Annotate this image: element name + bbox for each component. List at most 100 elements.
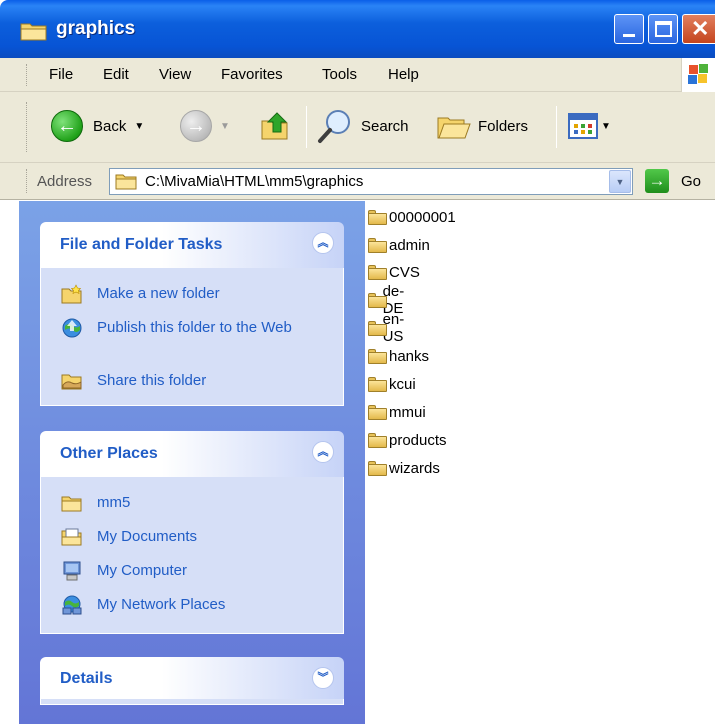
- task-publish-web[interactable]: Publish this folder to the Web: [61, 318, 317, 338]
- place-my-documents[interactable]: My Documents: [61, 527, 317, 547]
- address-path: C:\MivaMia\HTML\mm5\graphics: [145, 173, 364, 190]
- place-my-computer[interactable]: My Computer: [61, 561, 317, 581]
- folder-name: products: [389, 431, 447, 449]
- list-item[interactable]: products: [365, 428, 447, 452]
- folder-name: CVS: [389, 263, 420, 281]
- share-folder-icon: [61, 374, 82, 390]
- back-label: Back: [93, 117, 127, 135]
- up-folder-button[interactable]: [259, 106, 293, 146]
- list-item[interactable]: hanks: [365, 344, 429, 368]
- list-item[interactable]: kcui: [365, 372, 416, 396]
- toolbar-separator: [556, 106, 557, 148]
- folder-icon: [61, 496, 82, 512]
- toolbar-separator: [306, 106, 307, 148]
- place-label: mm5: [97, 494, 131, 511]
- network-places-icon: [62, 595, 82, 615]
- address-dropdown-icon[interactable]: ▼: [609, 170, 631, 193]
- back-button[interactable]: ← Back ▼: [51, 106, 144, 146]
- list-item[interactable]: 00000001: [365, 205, 456, 229]
- list-item[interactable]: en-US: [365, 311, 411, 345]
- go-arrow-icon[interactable]: →: [645, 169, 669, 193]
- folder-icon: [368, 292, 387, 308]
- place-network-places[interactable]: My Network Places: [61, 595, 317, 615]
- task-label: Publish this folder to the Web: [97, 319, 292, 336]
- list-item[interactable]: admin: [365, 233, 430, 257]
- place-label: My Documents: [97, 528, 198, 545]
- my-documents-icon: [61, 528, 82, 546]
- folders-button[interactable]: Folders: [436, 106, 528, 146]
- expand-icon[interactable]: ︾: [312, 667, 334, 689]
- menu-grip[interactable]: [26, 64, 29, 86]
- panel-body: Make a new folder Publish this folder to…: [40, 268, 344, 406]
- new-folder-icon: [61, 284, 82, 304]
- minimize-button[interactable]: [614, 14, 644, 44]
- folder-name: hanks: [389, 347, 430, 365]
- go-button[interactable]: Go: [681, 173, 701, 190]
- close-icon: ✕: [691, 16, 710, 41]
- folder-name: 00000001: [389, 208, 456, 226]
- back-dropdown-icon[interactable]: ▼: [134, 121, 144, 132]
- panel-header[interactable]: File and Folder Tasks ︽: [40, 222, 344, 268]
- file-folder-tasks-panel: File and Folder Tasks ︽ Make a new folde…: [40, 222, 344, 406]
- forward-arrow-icon: →: [180, 110, 212, 142]
- forward-button[interactable]: → ▼: [180, 106, 230, 146]
- menu-edit[interactable]: Edit: [103, 66, 129, 83]
- maximize-button[interactable]: [648, 14, 678, 44]
- views-icon: [568, 113, 598, 139]
- folder-icon: [368, 209, 387, 225]
- address-grip[interactable]: [26, 169, 29, 193]
- place-label: My Network Places: [97, 596, 226, 613]
- task-label: Make a new folder: [97, 285, 220, 302]
- folder-icon: [368, 460, 387, 476]
- menu-favorites[interactable]: Favorites: [221, 66, 283, 83]
- standard-toolbar: ← Back ▼ → ▼ Search Folders ▼: [0, 92, 715, 163]
- folder-name: admin: [389, 236, 430, 254]
- publish-web-icon: [62, 318, 82, 338]
- panel-body: [40, 699, 344, 705]
- task-make-new-folder[interactable]: Make a new folder: [61, 284, 317, 304]
- search-button[interactable]: Search: [317, 106, 409, 146]
- task-pane: File and Folder Tasks ︽ Make a new folde…: [19, 201, 365, 724]
- address-input[interactable]: C:\MivaMia\HTML\mm5\graphics ▼: [109, 168, 633, 195]
- panel-title: Details: [60, 670, 113, 687]
- panel-title: File and Folder Tasks: [60, 236, 223, 253]
- toolbar-grip[interactable]: [26, 102, 29, 152]
- search-icon: [318, 110, 350, 143]
- minimize-icon: [623, 34, 635, 37]
- close-button[interactable]: ✕: [682, 14, 715, 44]
- views-dropdown-icon[interactable]: ▼: [601, 121, 611, 132]
- list-item[interactable]: de-DE: [365, 283, 411, 317]
- place-mm5[interactable]: mm5: [61, 493, 317, 513]
- menu-tools[interactable]: Tools: [322, 66, 357, 83]
- my-computer-icon: [63, 561, 81, 581]
- windows-logo: [681, 58, 715, 92]
- list-item[interactable]: CVS: [365, 260, 420, 284]
- panel-header[interactable]: Other Places ︽: [40, 431, 344, 477]
- folder-name: wizards: [389, 459, 440, 477]
- menu-bar: File Edit View Favorites Tools Help: [0, 58, 715, 92]
- search-label: Search: [361, 117, 409, 135]
- panel-header[interactable]: Details ︾: [40, 657, 344, 699]
- maximize-icon: [655, 21, 672, 37]
- list-item[interactable]: wizards: [365, 456, 440, 480]
- folders-icon: [437, 117, 471, 139]
- collapse-icon[interactable]: ︽: [312, 232, 334, 254]
- folder-name: kcui: [389, 375, 416, 393]
- folder-icon: [368, 348, 387, 364]
- panel-title: Other Places: [60, 445, 158, 462]
- list-item[interactable]: mmui: [365, 400, 426, 424]
- title-bar[interactable]: graphics ✕: [0, 0, 715, 58]
- forward-dropdown-icon[interactable]: ▼: [220, 121, 230, 132]
- collapse-icon[interactable]: ︽: [312, 441, 334, 463]
- folder-icon: [368, 237, 387, 253]
- panel-body: mm5 My Documents My Computer My Network …: [40, 477, 344, 634]
- task-share-folder[interactable]: Share this folder: [61, 371, 317, 391]
- menu-help[interactable]: Help: [388, 66, 419, 83]
- menu-view[interactable]: View: [159, 66, 191, 83]
- views-button[interactable]: ▼: [568, 106, 611, 146]
- menu-file[interactable]: File: [49, 66, 73, 83]
- window-title: graphics: [56, 18, 136, 39]
- other-places-panel: Other Places ︽ mm5 My Documents My Compu…: [40, 431, 344, 634]
- folder-icon: [368, 404, 387, 420]
- folder-icon: [368, 320, 387, 336]
